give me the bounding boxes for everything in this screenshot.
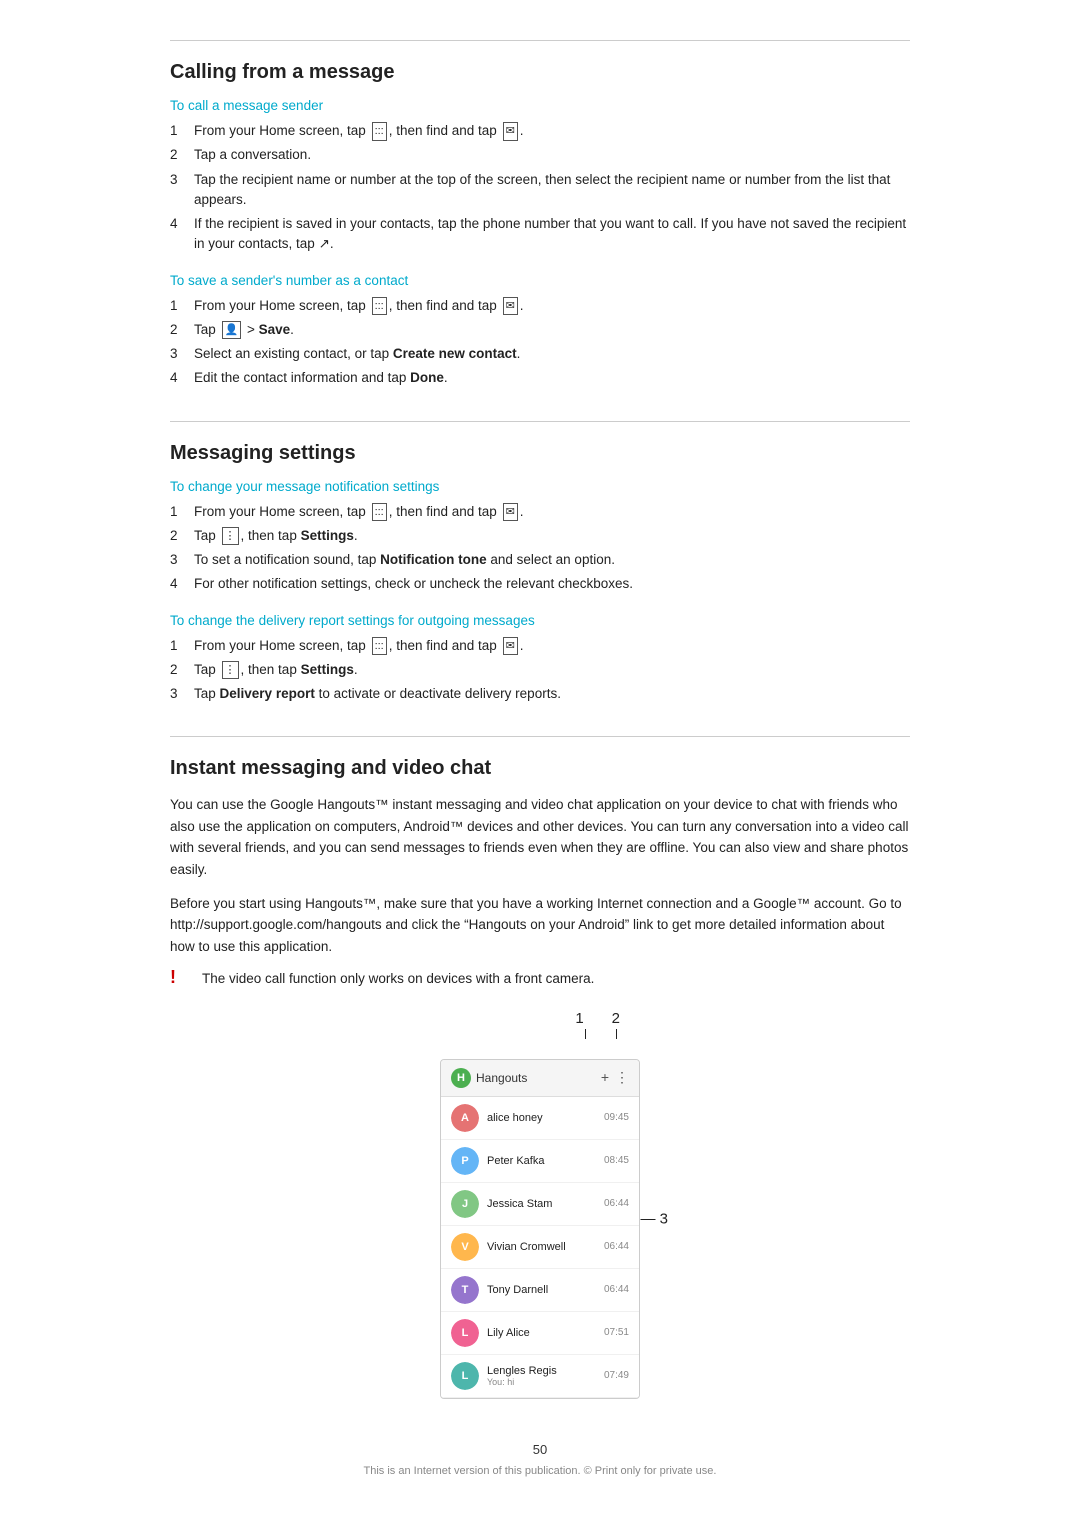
avatar: L [451,1319,479,1347]
add-icon[interactable]: + [601,1069,609,1086]
contact-alice[interactable]: A alice honey 09:45 [441,1097,639,1140]
apps-icon: ::: [372,122,387,141]
call-sender-subsection: To call a message sender 1 From your Hom… [170,98,910,255]
delivery-report-subsection: To change the delivery report settings f… [170,613,910,705]
contact-peter[interactable]: P Peter Kafka 08:45 [441,1140,639,1183]
contact-info: Peter Kafka [487,1155,596,1167]
save-sender-steps: 1 From your Home screen, tap :::, then f… [170,296,910,389]
instant-body2: Before you start using Hangouts™, make s… [170,893,910,958]
avatar: L [451,1362,479,1390]
step-item: 4 Edit the contact information and tap D… [170,368,910,388]
footer-note: This is an Internet version of this publ… [170,1465,910,1477]
contact-info: Lily Alice [487,1327,596,1339]
annotation-3-label: — 3 [640,1210,668,1227]
step-item: 3 Tap the recipient name or number at th… [170,170,910,211]
contact-info: alice honey [487,1112,596,1124]
person-icon: 👤 [222,321,242,340]
instant-title: Instant messaging and video chat [170,736,910,780]
overflow-icon[interactable]: ⋮ [615,1069,629,1086]
save-sender-subsection: To save a sender's number as a contact 1… [170,273,910,389]
apps-icon: ::: [372,637,387,656]
hangouts-screenshot: H Hangouts + ⋮ A [440,1059,640,1399]
calling-section: Calling from a message To call a message… [170,40,910,389]
tick-2 [616,1029,617,1039]
avatar: V [451,1233,479,1261]
hangouts-logo-text: Hangouts [476,1071,527,1085]
msg-icon: ✉ [503,637,518,656]
step-item: 1 From your Home screen, tap :::, then f… [170,636,910,656]
apps-icon: ::: [372,297,387,316]
menu-icon: ⋮ [222,661,239,680]
step-item: 2 Tap 👤 > Save. [170,320,910,340]
page-footer: 50 This is an Internet version of this p… [170,1442,910,1477]
step-item: 2 Tap ⋮, then tap Settings. [170,660,910,680]
annotation-wrapper: 1 2 H Hangouts [440,1010,640,1402]
step-item: 3 To set a notification sound, tap Notif… [170,550,910,570]
exclamation-icon: ! [170,967,194,988]
step-item: 3 Tap Delivery report to activate or dea… [170,684,910,704]
hangouts-logo-icon: H [451,1068,471,1088]
contact-info: Jessica Stam [487,1198,596,1210]
hangouts-header: H Hangouts + ⋮ [441,1060,639,1097]
note-text: The video call function only works on de… [202,969,594,989]
msg-icon: ✉ [503,297,518,316]
calling-title: Calling from a message [170,40,910,84]
page-container: Calling from a message To call a message… [150,0,930,1537]
annotation-2-label: 2 [612,1010,620,1027]
notification-subsection: To change your message notification sett… [170,479,910,595]
hangouts-logo: H Hangouts [451,1068,527,1088]
call-sender-title: To call a message sender [170,98,910,113]
msg-icon: ✉ [503,122,518,141]
contact-lily[interactable]: L Lily Alice 07:51 [441,1312,639,1355]
step-item: 1 From your Home screen, tap :::, then f… [170,502,910,522]
tick-marks [440,1029,640,1039]
save-sender-title: To save a sender's number as a contact [170,273,910,288]
avatar: A [451,1104,479,1132]
contact-tony[interactable]: T Tony Darnell 06:44 [441,1269,639,1312]
step-item: 1 From your Home screen, tap :::, then f… [170,121,910,141]
step-item: 3 Select an existing contact, or tap Cre… [170,344,910,364]
messaging-section: Messaging settings To change your messag… [170,421,910,705]
messaging-title: Messaging settings [170,421,910,465]
msg-icon: ✉ [503,503,518,522]
menu-icon: ⋮ [222,527,239,546]
contact-info: Vivian Cromwell [487,1241,596,1253]
delivery-title: To change the delivery report settings f… [170,613,910,628]
top-annotations: 1 2 [440,1010,640,1027]
step-item: 4 For other notification settings, check… [170,574,910,594]
call-sender-steps: 1 From your Home screen, tap :::, then f… [170,121,910,255]
contact-lengles[interactable]: L Lengles Regis You: hi 07:49 [441,1355,639,1398]
annotation-1-label: 1 [575,1010,583,1027]
apps-icon: ::: [372,503,387,522]
tick-1 [585,1029,586,1039]
instant-section: Instant messaging and video chat You can… [170,736,910,1401]
avatar: J [451,1190,479,1218]
hangouts-contact-list: A alice honey 09:45 P [441,1097,639,1398]
avatar: P [451,1147,479,1175]
contact-info: Tony Darnell [487,1284,596,1296]
step-item: 4 If the recipient is saved in your cont… [170,214,910,255]
hangouts-header-icons: + ⋮ [601,1069,629,1086]
step-item: 2 Tap a conversation. [170,145,910,165]
page-number: 50 [170,1442,910,1457]
delivery-steps: 1 From your Home screen, tap :::, then f… [170,636,910,705]
step-item: 1 From your Home screen, tap :::, then f… [170,296,910,316]
notification-steps: 1 From your Home screen, tap :::, then f… [170,502,910,595]
contact-vivian[interactable]: V Vivian Cromwell 06:44 [441,1226,639,1269]
instant-body1: You can use the Google Hangouts™ instant… [170,794,910,880]
notification-title: To change your message notification sett… [170,479,910,494]
screenshot-area: 1 2 H Hangouts [170,1010,910,1402]
step-item: 2 Tap ⋮, then tap Settings. [170,526,910,546]
avatar: T [451,1276,479,1304]
contact-info: Lengles Regis You: hi [487,1365,596,1387]
note-row: ! The video call function only works on … [170,969,910,989]
contact-jessica[interactable]: J Jessica Stam 06:44 [441,1183,639,1226]
